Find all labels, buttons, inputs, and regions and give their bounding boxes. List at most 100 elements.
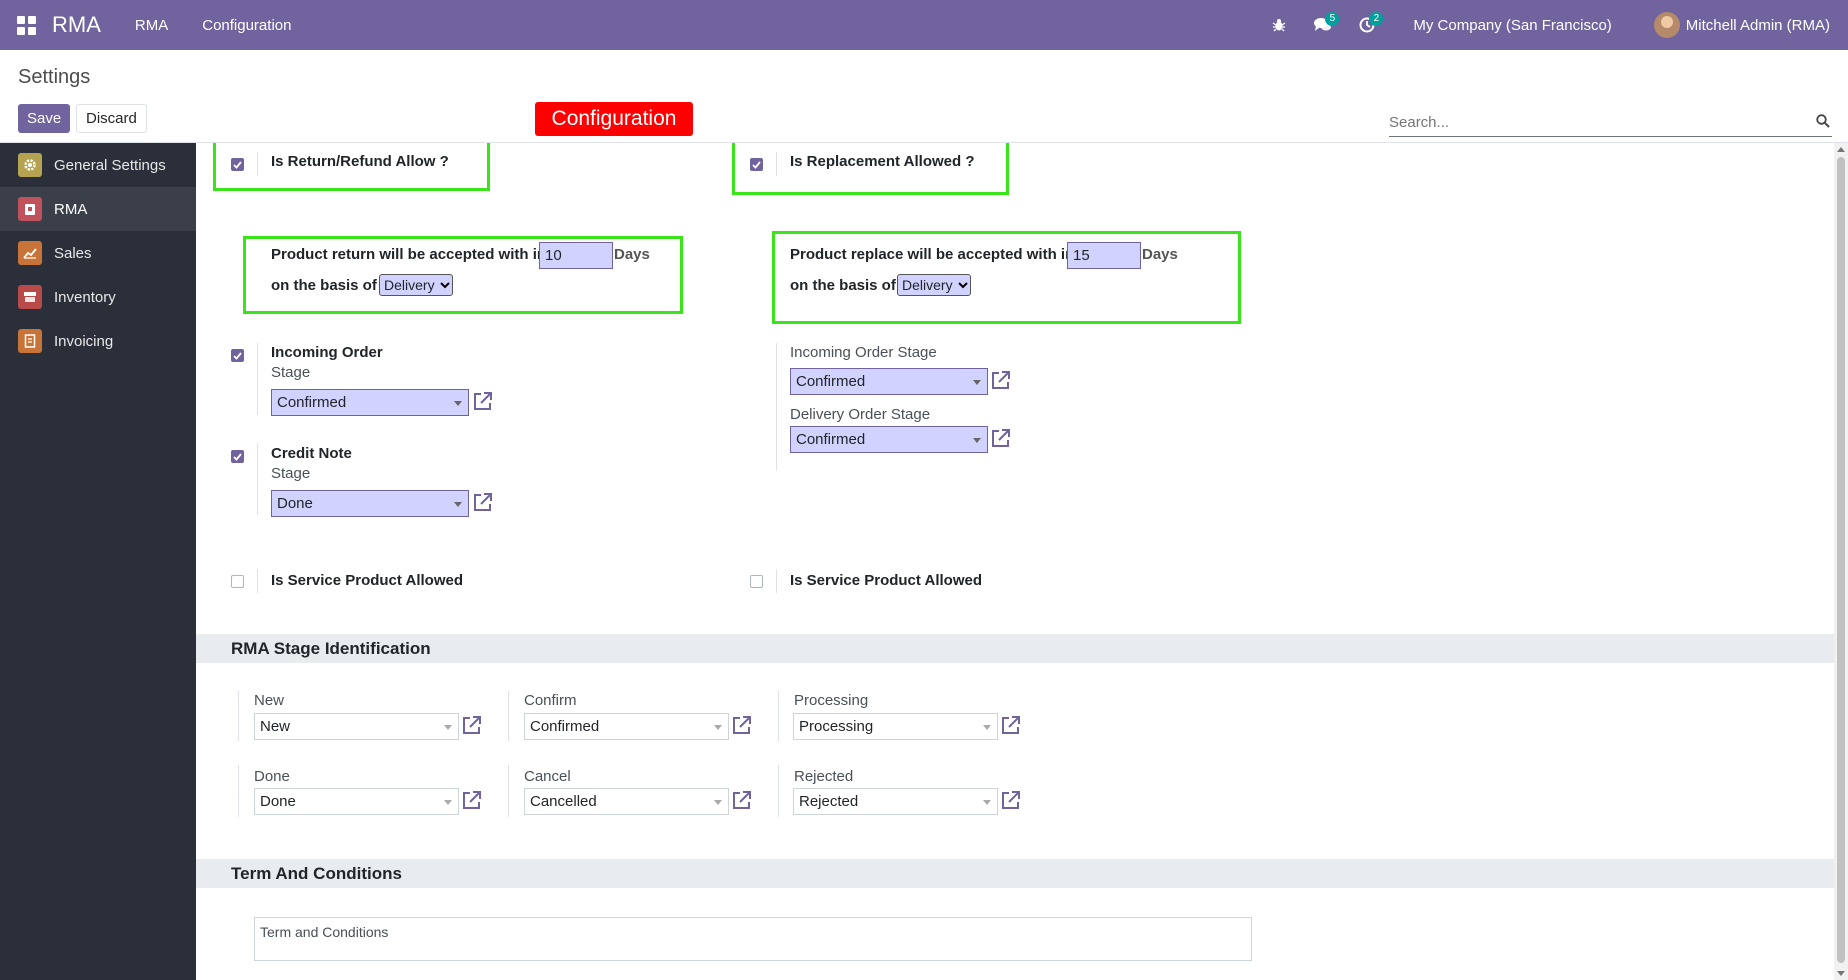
search-icon[interactable] (1816, 114, 1830, 128)
return-basis-select[interactable]: Delivery (379, 274, 453, 296)
stage-cancel-select[interactable]: Cancelled (524, 788, 729, 815)
return-basis-label: on the basis of (271, 277, 377, 294)
service-product-left-checkbox[interactable] (231, 575, 244, 588)
external-link-icon[interactable] (472, 491, 494, 513)
chat-badge: 5 (1325, 12, 1340, 26)
sidebar-item-invoicing[interactable]: Invoicing (0, 319, 196, 363)
box-icon (18, 285, 42, 309)
invoice-icon (18, 329, 42, 353)
menu-rma[interactable]: RMA (135, 17, 168, 34)
chevron-down-icon (440, 282, 450, 289)
user-menu[interactable]: Mitchell Admin (RMA) (1653, 12, 1830, 38)
stage-rejected-label: Rejected (794, 768, 854, 785)
chat-icon[interactable]: 5 (1301, 0, 1345, 50)
return-allow-label: Is Return/Refund Allow ? (271, 153, 449, 170)
company-switcher[interactable]: My Company (San Francisco) (1413, 17, 1611, 34)
scroll-down-icon[interactable] (1837, 971, 1845, 976)
scroll-thumb[interactable] (1837, 157, 1845, 963)
stage-processing-select[interactable]: Processing (793, 713, 998, 740)
external-link-icon[interactable] (1000, 714, 1022, 736)
stage-done-select[interactable]: Done (254, 788, 459, 815)
incoming-order-label: Incoming Order (271, 344, 383, 361)
search-bar (1389, 109, 1832, 137)
incoming-order-stage-label: Stage (271, 364, 311, 381)
settings-content: Is Return/Refund Allow ? Is Replacement … (196, 143, 1848, 980)
incoming-order-checkbox[interactable] (231, 349, 244, 362)
stage-done-label: Done (254, 768, 290, 785)
activity-badge: 2 (1369, 12, 1384, 26)
stage-confirm-select[interactable]: Confirmed (524, 713, 729, 740)
stage-new-select[interactable]: New (254, 713, 459, 740)
avatar (1653, 12, 1680, 38)
sidebar-item-label: Sales (54, 244, 92, 262)
apps-menu-icon[interactable] (0, 0, 52, 50)
external-link-icon[interactable] (461, 714, 483, 736)
stage-confirm-label: Confirm (524, 692, 577, 709)
replace-rule-prefix: Product replace will be accepted with in (790, 246, 1075, 263)
menu-configuration[interactable]: Configuration (202, 17, 291, 34)
chevron-down-icon (958, 282, 968, 289)
debug-bug-icon[interactable] (1257, 0, 1301, 50)
external-link-icon[interactable] (1000, 789, 1022, 811)
replace-delivery-stage-select[interactable]: Confirmed (790, 426, 988, 453)
replace-delivery-stage-label: Delivery Order Stage (790, 406, 931, 423)
discard-button[interactable]: Discard (76, 104, 147, 133)
stage-new-label: New (254, 692, 285, 709)
sidebar-item-label: General Settings (54, 156, 166, 174)
terms-section-title: Term And Conditions (196, 859, 1834, 888)
sidebar-item-label: RMA (54, 200, 88, 218)
stage-cancel-label: Cancel (524, 768, 571, 785)
return-days-input[interactable]: 10 (539, 242, 613, 269)
replace-basis-select[interactable]: Delivery (897, 274, 971, 296)
credit-note-stage-label: Stage (271, 465, 311, 482)
external-link-icon[interactable] (990, 369, 1012, 391)
service-product-right-checkbox[interactable] (750, 575, 763, 588)
stage-processing-label: Processing (794, 692, 869, 709)
sidebar-item-inventory[interactable]: Inventory (0, 275, 196, 319)
external-link-icon[interactable] (472, 390, 494, 412)
replace-incoming-stage-label: Incoming Order Stage (790, 344, 937, 361)
external-link-icon[interactable] (461, 789, 483, 811)
rma-icon (18, 197, 42, 221)
terms-textarea[interactable]: Term and Conditions (254, 917, 1252, 961)
control-panel: Settings Save Discard (0, 50, 1848, 143)
external-link-icon[interactable] (990, 427, 1012, 449)
search-input[interactable] (1389, 109, 1789, 135)
sidebar-item-sales[interactable]: Sales (0, 231, 196, 275)
incoming-order-stage-select[interactable]: Confirmed (271, 389, 469, 416)
user-name: Mitchell Admin (RMA) (1685, 16, 1830, 34)
replacement-allow-label: Is Replacement Allowed ? (790, 153, 975, 170)
sidebar-item-general-settings[interactable]: General Settings (0, 143, 196, 187)
service-product-right-label: Is Service Product Allowed (790, 572, 983, 589)
stage-section-title: RMA Stage Identification (196, 634, 1834, 663)
settings-sidebar: General Settings RMA Sales Inventory Inv… (0, 143, 196, 980)
sidebar-item-label: Inventory (54, 288, 116, 306)
top-navbar: RMA RMA Configuration 5 2 My Company (Sa… (0, 0, 1848, 50)
credit-note-label: Credit Note (271, 445, 352, 462)
replace-days-input[interactable]: 15 (1067, 242, 1141, 269)
service-product-left-label: Is Service Product Allowed (271, 572, 464, 589)
credit-note-stage-select[interactable]: Done (271, 490, 469, 517)
replacement-allow-checkbox[interactable] (750, 158, 763, 171)
return-days-suffix: Days (614, 246, 650, 263)
sidebar-item-rma[interactable]: RMA (0, 187, 196, 231)
return-rule-prefix: Product return will be accepted with in (271, 246, 547, 263)
external-link-icon[interactable] (731, 789, 753, 811)
activity-clock-icon[interactable]: 2 (1345, 0, 1389, 50)
configuration-annotation-banner: Configuration (535, 102, 693, 136)
replace-basis-label: on the basis of (790, 277, 896, 294)
page-title: Settings (18, 66, 91, 88)
gear-icon (18, 153, 42, 177)
save-button[interactable]: Save (18, 104, 71, 133)
chart-icon (18, 241, 42, 265)
credit-note-checkbox[interactable] (231, 450, 244, 463)
sidebar-item-label: Invoicing (54, 332, 114, 350)
app-brand[interactable]: RMA (52, 12, 101, 38)
stage-rejected-select[interactable]: Rejected (793, 788, 998, 815)
return-allow-checkbox[interactable] (231, 158, 244, 171)
replace-incoming-stage-select[interactable]: Confirmed (790, 368, 988, 395)
scroll-up-icon[interactable] (1837, 147, 1845, 152)
external-link-icon[interactable] (731, 714, 753, 736)
content-scrollbar[interactable] (1834, 143, 1848, 980)
replace-days-suffix: Days (1142, 246, 1178, 263)
